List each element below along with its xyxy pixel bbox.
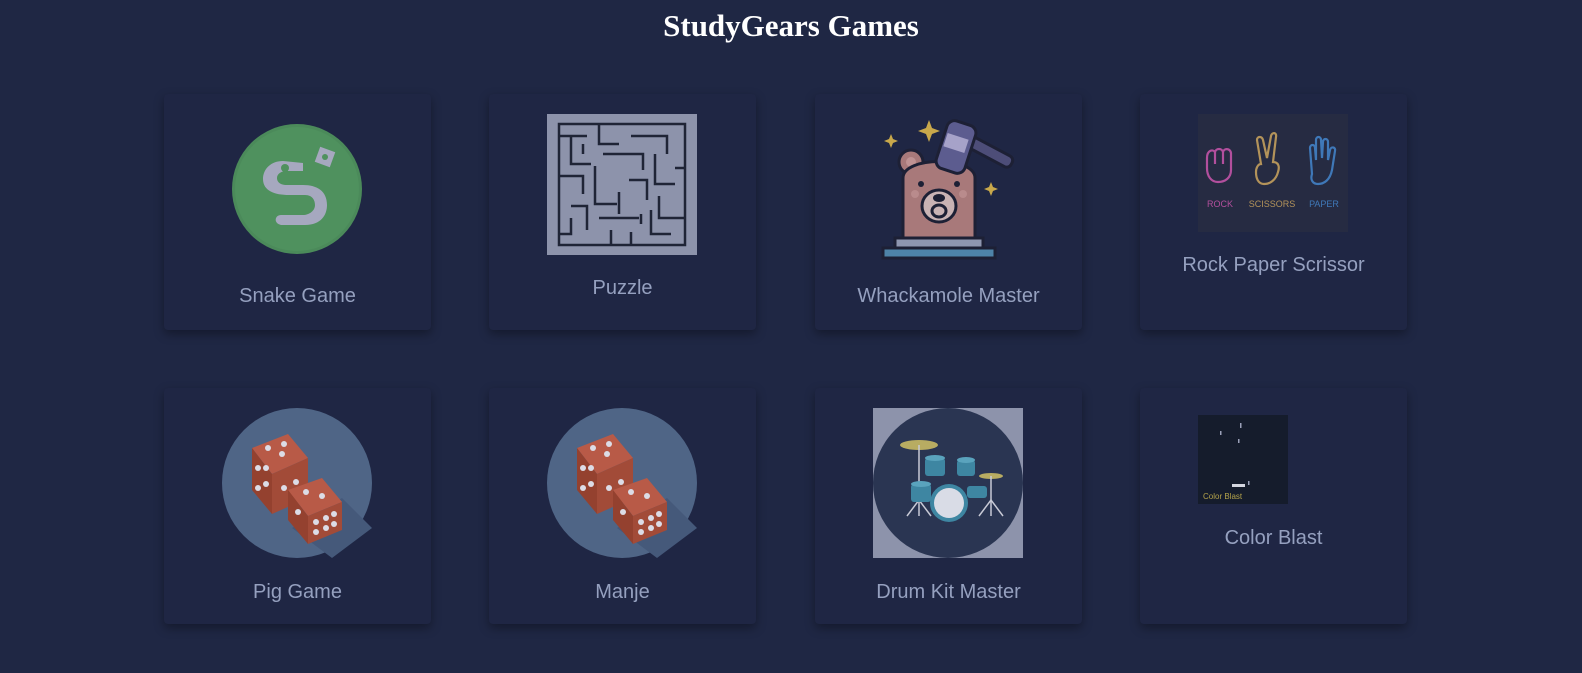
- game-card-manje[interactable]: Manje: [489, 388, 756, 624]
- game-label: Puzzle: [592, 277, 653, 299]
- game-card-drum-kit[interactable]: Drum Kit Master: [815, 388, 1082, 624]
- scissors-caption: SCISSORS: [1249, 199, 1296, 209]
- game-label: Manje: [595, 581, 650, 603]
- game-card-whackamole[interactable]: Whackamole Master: [815, 94, 1082, 330]
- game-label: Rock Paper Scrissor: [1182, 254, 1365, 276]
- rock-caption: ROCK: [1207, 199, 1233, 209]
- snake-icon: [232, 124, 362, 254]
- game-label: Snake Game: [239, 285, 356, 307]
- dice-icon: [547, 408, 697, 558]
- game-label: Pig Game: [253, 581, 342, 603]
- game-card-snake[interactable]: Snake Game: [164, 94, 431, 330]
- game-label: Color Blast: [1224, 527, 1323, 549]
- bear-hammer-icon: [881, 119, 1015, 260]
- game-card-pig-game[interactable]: Pig Game: [164, 388, 431, 624]
- dice-icon: [222, 408, 372, 558]
- page-title: StudyGears Games: [663, 8, 919, 43]
- maze-icon: [547, 114, 697, 255]
- hands-icon: ROCK SCISSORS PAPER: [1198, 114, 1348, 232]
- game-card-puzzle[interactable]: Puzzle: [489, 94, 756, 330]
- game-label: Whackamole Master: [857, 285, 1040, 307]
- drum-kit-icon: [873, 408, 1023, 558]
- color-blast-icon: Color Blast: [1198, 415, 1288, 504]
- paper-caption: PAPER: [1309, 199, 1339, 209]
- color-blast-caption: Color Blast: [1203, 492, 1243, 501]
- game-label: Drum Kit Master: [876, 581, 1021, 603]
- game-card-rock-paper-scissor[interactable]: ROCK SCISSORS PAPER Rock Paper Scrissor: [1140, 94, 1407, 330]
- game-card-color-blast[interactable]: Color Blast Color Blast: [1140, 388, 1407, 624]
